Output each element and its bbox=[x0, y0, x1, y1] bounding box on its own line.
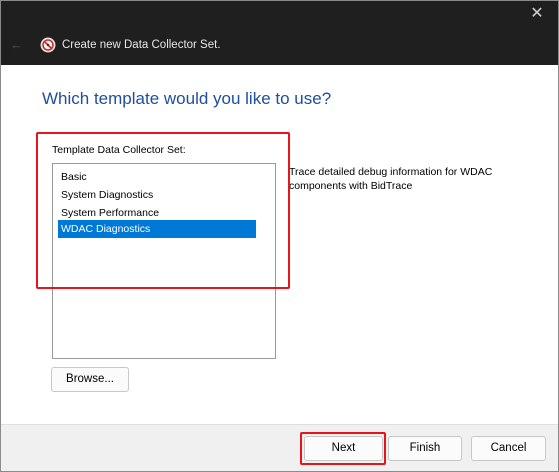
title-bar: ✕ ← Create new Data Collector Set. bbox=[1, 1, 558, 65]
finish-button[interactable]: Finish bbox=[388, 436, 462, 461]
wizard-window: ✕ ← Create new Data Collector Set. Which… bbox=[0, 0, 559, 472]
data-collector-set-icon bbox=[40, 37, 56, 53]
next-highlight-annotation bbox=[300, 432, 386, 465]
browse-button[interactable]: Browse... bbox=[51, 367, 129, 392]
back-arrow-icon[interactable]: ← bbox=[10, 37, 26, 53]
template-description: Trace detailed debug information for WDA… bbox=[289, 166, 493, 192]
cancel-button[interactable]: Cancel bbox=[471, 436, 546, 461]
list-highlight-annotation bbox=[36, 132, 290, 289]
close-icon[interactable]: ✕ bbox=[526, 3, 548, 25]
window-title: Create new Data Collector Set. bbox=[62, 39, 221, 51]
page-title: Which template would you like to use? bbox=[42, 89, 332, 108]
